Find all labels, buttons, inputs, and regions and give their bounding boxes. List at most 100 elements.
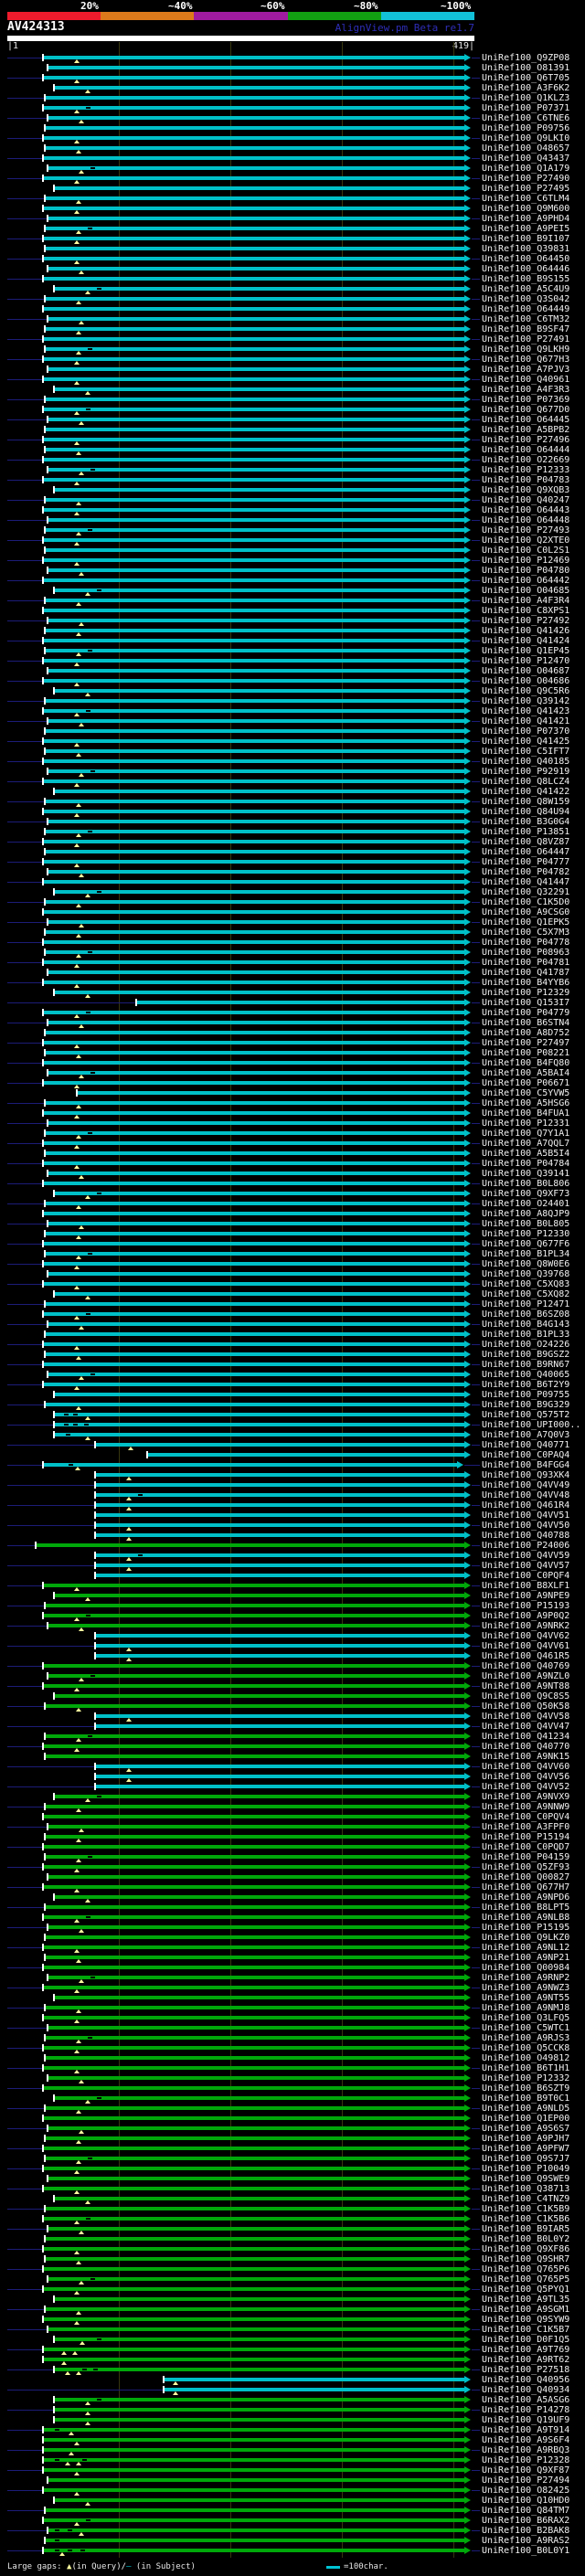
alignment-bar[interactable] (55, 1393, 464, 1396)
hit-label[interactable]: UniRef100_Q9SYW9 (482, 2315, 569, 2325)
alignment-row[interactable]: UniRef100_A9NL12 (0, 1943, 585, 1953)
hit-label[interactable]: UniRef100_A9CSG0 (482, 907, 569, 917)
alignment-bar[interactable] (55, 488, 464, 492)
hit-label[interactable]: UniRef100_O04687 (482, 666, 569, 676)
alignment-row[interactable]: UniRef100_A4F3R4 (0, 596, 585, 606)
alignment-bar[interactable] (48, 518, 464, 522)
hit-label[interactable]: UniRef100_A9NPD6 (482, 1892, 569, 1903)
hit-label[interactable]: UniRef100_C5XQ83 (482, 1279, 569, 1289)
alignment-bar[interactable] (46, 2006, 464, 2009)
hit-label[interactable]: UniRef100_A9NWZ3 (482, 1983, 569, 1993)
alignment-bar[interactable] (48, 1171, 464, 1175)
hit-label[interactable]: UniRef100_Q41425 (482, 737, 569, 747)
hit-label[interactable]: UniRef100_Q39768 (482, 1269, 569, 1279)
alignment-bar[interactable] (44, 56, 464, 59)
alignment-row[interactable]: UniRef100_Q9XF87 (0, 2465, 585, 2475)
alignment-bar[interactable] (44, 337, 464, 341)
hit-label[interactable]: UniRef100_P14278 (482, 2405, 569, 2415)
alignment-row[interactable]: UniRef100_Q40770 (0, 1742, 585, 1752)
hit-label[interactable]: UniRef100_Q461R4 (482, 1500, 569, 1511)
alignment-bar[interactable] (48, 769, 464, 773)
alignment-bar[interactable] (44, 2458, 464, 2462)
hit-label[interactable]: UniRef100_B9G329 (482, 1400, 569, 1410)
hit-label[interactable]: UniRef100_Q9C5R6 (482, 686, 569, 696)
alignment-bar[interactable] (44, 1312, 464, 1316)
hit-label[interactable]: UniRef100_B6T2Y9 (482, 1380, 569, 1390)
hit-label[interactable]: UniRef100_A9NT88 (482, 1681, 569, 1691)
alignment-bar[interactable] (44, 538, 464, 542)
alignment-row[interactable]: UniRef100_Q5CCK8 (0, 2043, 585, 2053)
alignment-row[interactable]: UniRef100_P04779 (0, 1008, 585, 1018)
alignment-row[interactable]: UniRef100_B9RN67 (0, 1360, 585, 1370)
alignment-row[interactable]: UniRef100_P12471 (0, 1299, 585, 1309)
alignment-bar[interactable] (48, 970, 464, 974)
alignment-row[interactable]: UniRef100_Q9M600 (0, 204, 585, 214)
hit-label[interactable]: UniRef100_B6RAX2 (482, 2516, 569, 2526)
alignment-bar[interactable] (44, 1041, 464, 1044)
hit-label[interactable]: UniRef100_Q7Y1A1 (482, 1129, 569, 1139)
alignment-bar[interactable] (55, 2408, 464, 2412)
alignment-row[interactable]: UniRef100_P27491 (0, 334, 585, 345)
alignment-bar[interactable] (48, 468, 464, 472)
alignment-row[interactable]: UniRef100_B0L805 (0, 1219, 585, 1229)
alignment-bar[interactable] (44, 1182, 464, 1185)
alignment-row[interactable]: UniRef100_Q8W159 (0, 797, 585, 807)
hit-label[interactable]: UniRef100_Q40065 (482, 1370, 569, 1380)
alignment-bar[interactable] (46, 649, 464, 652)
hit-label[interactable]: UniRef100_B1PL34 (482, 1249, 569, 1259)
alignment-bar[interactable] (44, 1966, 464, 1969)
hit-label[interactable]: UniRef100_Q6T705 (482, 73, 569, 83)
alignment-row[interactable]: UniRef100_Q9SYW9 (0, 2315, 585, 2325)
alignment-row[interactable]: UniRef100_O04686 (0, 676, 585, 686)
alignment-row[interactable]: UniRef100_A9NMJ8 (0, 2003, 585, 2013)
alignment-row[interactable]: UniRef100_A9NZL0 (0, 1671, 585, 1681)
alignment-row[interactable]: UniRef100_B0L0Y2 (0, 2234, 585, 2244)
alignment-row[interactable]: UniRef100_A9PHD4 (0, 214, 585, 224)
alignment-row[interactable]: UniRef100_A9NPE9 (0, 1591, 585, 1601)
alignment-row[interactable]: UniRef100_O64445 (0, 415, 585, 425)
alignment-bar[interactable] (48, 2528, 464, 2532)
alignment-row[interactable]: UniRef100_Q5ZF93 (0, 1862, 585, 1872)
alignment-row[interactable]: UniRef100_C0L2S1 (0, 546, 585, 556)
alignment-row[interactable]: UniRef100_P07370 (0, 726, 585, 737)
alignment-bar[interactable] (48, 2026, 464, 2030)
alignment-row[interactable]: UniRef100_Q41421 (0, 716, 585, 726)
alignment-row[interactable]: UniRef100_O04687 (0, 666, 585, 676)
alignment-bar[interactable] (165, 2388, 464, 2391)
alignment-bar[interactable] (44, 1815, 464, 1818)
alignment-bar[interactable] (55, 1292, 464, 1296)
alignment-bar[interactable] (46, 327, 464, 331)
alignment-row[interactable]: UniRef100_Q4VV50 (0, 1521, 585, 1531)
alignment-bar[interactable] (37, 1543, 464, 1547)
hit-label[interactable]: UniRef100_A9P0Q2 (482, 1611, 569, 1621)
hit-label[interactable]: UniRef100_O64444 (482, 445, 569, 455)
hit-label[interactable]: UniRef100_C5XQ82 (482, 1289, 569, 1299)
alignment-row[interactable]: UniRef100_Q93XK4 (0, 1470, 585, 1480)
hit-label[interactable]: UniRef100_B6SZT9 (482, 2083, 569, 2094)
alignment-bar[interactable] (44, 2116, 464, 2120)
hit-label[interactable]: UniRef100_Q575T2 (482, 1410, 569, 1420)
hit-label[interactable]: UniRef100_Q4VV60 (482, 1762, 569, 1772)
alignment-bar[interactable] (46, 699, 464, 703)
hit-label[interactable]: UniRef100_Q1A179 (482, 164, 569, 174)
alignment-row[interactable]: UniRef100_B9T0C1 (0, 2094, 585, 2104)
alignment-bar[interactable] (46, 950, 464, 954)
alignment-row[interactable]: UniRef100_Q41424 (0, 636, 585, 646)
alignment-bar[interactable] (44, 578, 464, 582)
alignment-bar[interactable] (46, 548, 464, 552)
alignment-bar[interactable] (55, 2418, 464, 2422)
hit-label[interactable]: UniRef100_A9NL12 (482, 1943, 569, 1953)
hit-label[interactable]: UniRef100_A9NNW9 (482, 1802, 569, 1812)
alignment-row[interactable]: UniRef100_Q4VV59 (0, 1551, 585, 1561)
hit-label[interactable]: UniRef100_Q41234 (482, 1732, 569, 1742)
alignment-bar[interactable] (48, 2227, 464, 2231)
hit-label[interactable]: UniRef100_A9PFW7 (482, 2144, 569, 2154)
alignment-bar[interactable] (44, 2267, 464, 2271)
hit-label[interactable]: UniRef100_B9IAR5 (482, 2224, 569, 2234)
hit-label[interactable]: UniRef100_C5YVW5 (482, 1088, 569, 1098)
alignment-row[interactable]: UniRef100_O82425 (0, 2486, 585, 2496)
alignment-row[interactable]: UniRef100_C1K5B7 (0, 2325, 585, 2335)
hit-label[interactable]: UniRef100_O64450 (482, 254, 569, 264)
alignment-bar[interactable] (44, 709, 464, 713)
alignment-row[interactable]: UniRef100_Q41423 (0, 706, 585, 716)
